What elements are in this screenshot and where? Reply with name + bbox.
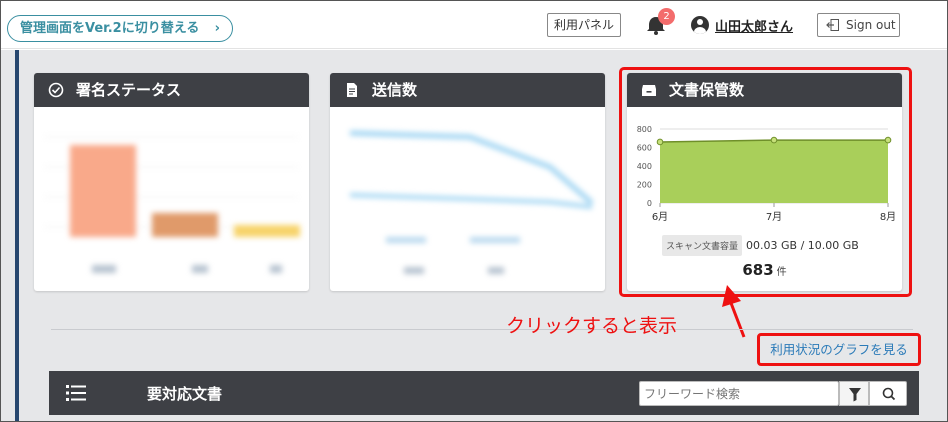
- usage-graph-link[interactable]: 利用状況のグラフを見る: [757, 333, 921, 366]
- user-name: 山田太郎さん: [715, 19, 794, 35]
- annotation-arrow-icon: [722, 285, 746, 338]
- freeword-search-input[interactable]: [639, 381, 839, 406]
- notification-badge: 2: [658, 8, 675, 25]
- signature-status-title: 署名ステータス: [76, 81, 182, 99]
- signature-status-card: 署名ステータス: [34, 73, 309, 291]
- notification-button[interactable]: 2: [646, 8, 675, 36]
- sent-count-card: 送信数: [330, 73, 605, 291]
- check-circle-icon: [48, 82, 64, 98]
- screen-frame: 管理画面をVer.2に切り替える › 利用パネル 2 山田太郎さん Sign o…: [0, 0, 948, 422]
- sign-out-label: Sign out: [846, 18, 896, 32]
- user-avatar-icon: [691, 16, 709, 34]
- signature-status-chart-blurred: [44, 136, 300, 273]
- left-accent-bar: [15, 50, 19, 421]
- section-divider: [51, 329, 913, 330]
- signature-status-header: 署名ステータス: [34, 73, 309, 107]
- filter-icon: [849, 388, 861, 402]
- storage-card-highlight: [619, 67, 912, 297]
- sent-count-chart-blurred: [349, 130, 594, 274]
- chevron-right-icon: ›: [214, 21, 220, 36]
- annotation-text: クリックすると表示: [506, 315, 678, 337]
- filter-button[interactable]: [839, 381, 869, 406]
- usage-panel-button[interactable]: 利用パネル: [547, 13, 621, 37]
- switch-version-button[interactable]: 管理画面をVer.2に切り替える ›: [7, 15, 233, 42]
- document-icon: [347, 83, 357, 97]
- list-icon: [66, 385, 86, 401]
- sent-count-title: 送信数: [372, 81, 418, 99]
- sign-out-icon: [826, 19, 839, 31]
- switch-version-label: 管理画面をVer.2に切り替える: [20, 21, 200, 36]
- search-icon: [882, 387, 896, 401]
- search-button[interactable]: [869, 381, 907, 406]
- user-menu[interactable]: 山田太郎さん: [691, 14, 793, 36]
- todo-documents-bar: 要対応文書: [49, 371, 919, 415]
- todo-title: 要対応文書: [147, 385, 223, 403]
- sent-count-header: 送信数: [330, 73, 605, 107]
- top-header: 管理画面をVer.2に切り替える › 利用パネル 2 山田太郎さん Sign o…: [1, 1, 947, 49]
- sign-out-button[interactable]: Sign out: [817, 13, 900, 37]
